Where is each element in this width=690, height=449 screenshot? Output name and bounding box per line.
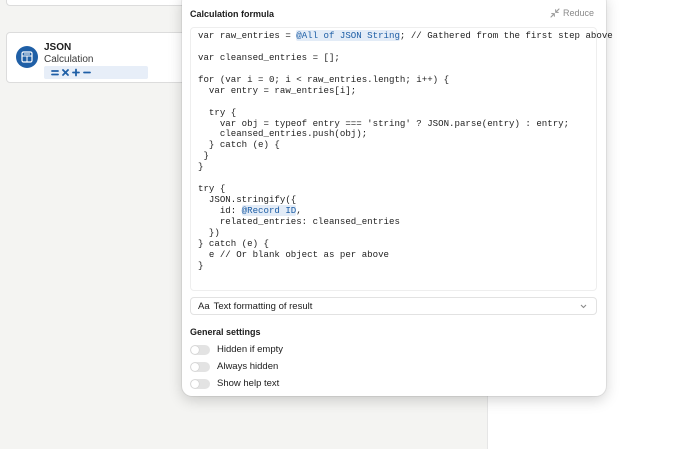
show-help-text-toggle[interactable]	[190, 378, 210, 389]
code-text: ; // Gathered from the first step above	[399, 30, 613, 41]
code-text: JSON.stringify({	[198, 194, 297, 206]
field-mention[interactable]: @Record ID	[241, 205, 297, 216]
formula-code: var raw_entries = @All of JSON String; /…	[198, 30, 613, 272]
code-line: }	[198, 150, 613, 162]
operators-icon	[51, 68, 91, 77]
code-text: })	[198, 226, 220, 238]
code-line: }	[198, 161, 613, 173]
format-label: Text formatting of result	[213, 300, 313, 312]
code-text: for (var i = 0; i < raw_entries.length; …	[198, 73, 450, 85]
code-text: var cleansed_entries = [];	[198, 51, 340, 63]
calculator-icon	[16, 46, 38, 68]
toggle-label: Always hidden	[217, 361, 279, 372]
text-formatting-select[interactable]: Aa Text formatting of result	[190, 297, 597, 315]
reduce-label: Reduce	[562, 8, 594, 18]
node-subtitle: Calculation	[44, 54, 94, 65]
code-text: var obj = typeof entry === 'string' ? JS…	[198, 117, 570, 129]
code-text: var raw_entries =	[198, 30, 297, 41]
show-help-text-row: Show help text	[190, 378, 279, 389]
code-line: var entry = raw_entries[i];	[198, 84, 613, 97]
code-text: }	[198, 150, 209, 162]
operator-chip	[44, 66, 148, 79]
code-text: id:	[198, 205, 242, 216]
code-line: } catch (e) {	[198, 139, 613, 151]
calculation-dialog: Calculation formula Reduce var raw_entri…	[182, 0, 613, 396]
previous-node-card[interactable]	[6, 0, 196, 6]
code-text: } catch (e) {	[198, 139, 280, 151]
code-line: var raw_entries = @All of JSON String; /…	[198, 30, 613, 42]
calculation-formula-title: Calculation formula	[190, 9, 275, 19]
reduce-button[interactable]: Reduce	[550, 8, 594, 18]
code-line: e // Or blank object as per above	[198, 248, 613, 261]
field-mention[interactable]: @All of JSON String	[296, 30, 400, 41]
code-text: try {	[198, 183, 226, 195]
code-text: ,	[296, 205, 302, 216]
code-text: var entry = raw_entries[i];	[198, 84, 357, 96]
toggle-label: Hidden if empty	[217, 344, 284, 355]
chevron-down-icon	[580, 304, 587, 309]
code-line: var cleansed_entries = [];	[198, 51, 613, 64]
formula-editor[interactable]: var raw_entries = @All of JSON String; /…	[190, 27, 613, 291]
hidden-if-empty-toggle[interactable]	[190, 344, 210, 355]
node-title: JSON	[44, 42, 72, 53]
format-prefix: Aa	[198, 300, 210, 312]
code-line: }	[198, 259, 613, 272]
code-text: }	[198, 259, 204, 271]
code-text: } catch (e) {	[198, 237, 269, 249]
code-text: cleansed_entries.push(obj);	[198, 128, 368, 140]
code-text: }	[198, 161, 204, 173]
code-text: try {	[198, 106, 237, 118]
always-hidden-toggle[interactable]	[190, 361, 210, 372]
hidden-if-empty-row: Hidden if empty	[190, 344, 283, 355]
code-line: related_entries: cleansed_entries	[198, 215, 613, 228]
json-node-card[interactable]: JSON Calculation	[6, 32, 196, 83]
code-text: related_entries: cleansed_entries	[198, 215, 400, 227]
always-hidden-row: Always hidden	[190, 361, 278, 372]
collapse-icon	[550, 8, 560, 18]
code-text: e // Or blank object as per above	[198, 248, 389, 260]
general-settings-title: General settings	[190, 327, 261, 337]
toggle-label: Show help text	[217, 378, 280, 389]
